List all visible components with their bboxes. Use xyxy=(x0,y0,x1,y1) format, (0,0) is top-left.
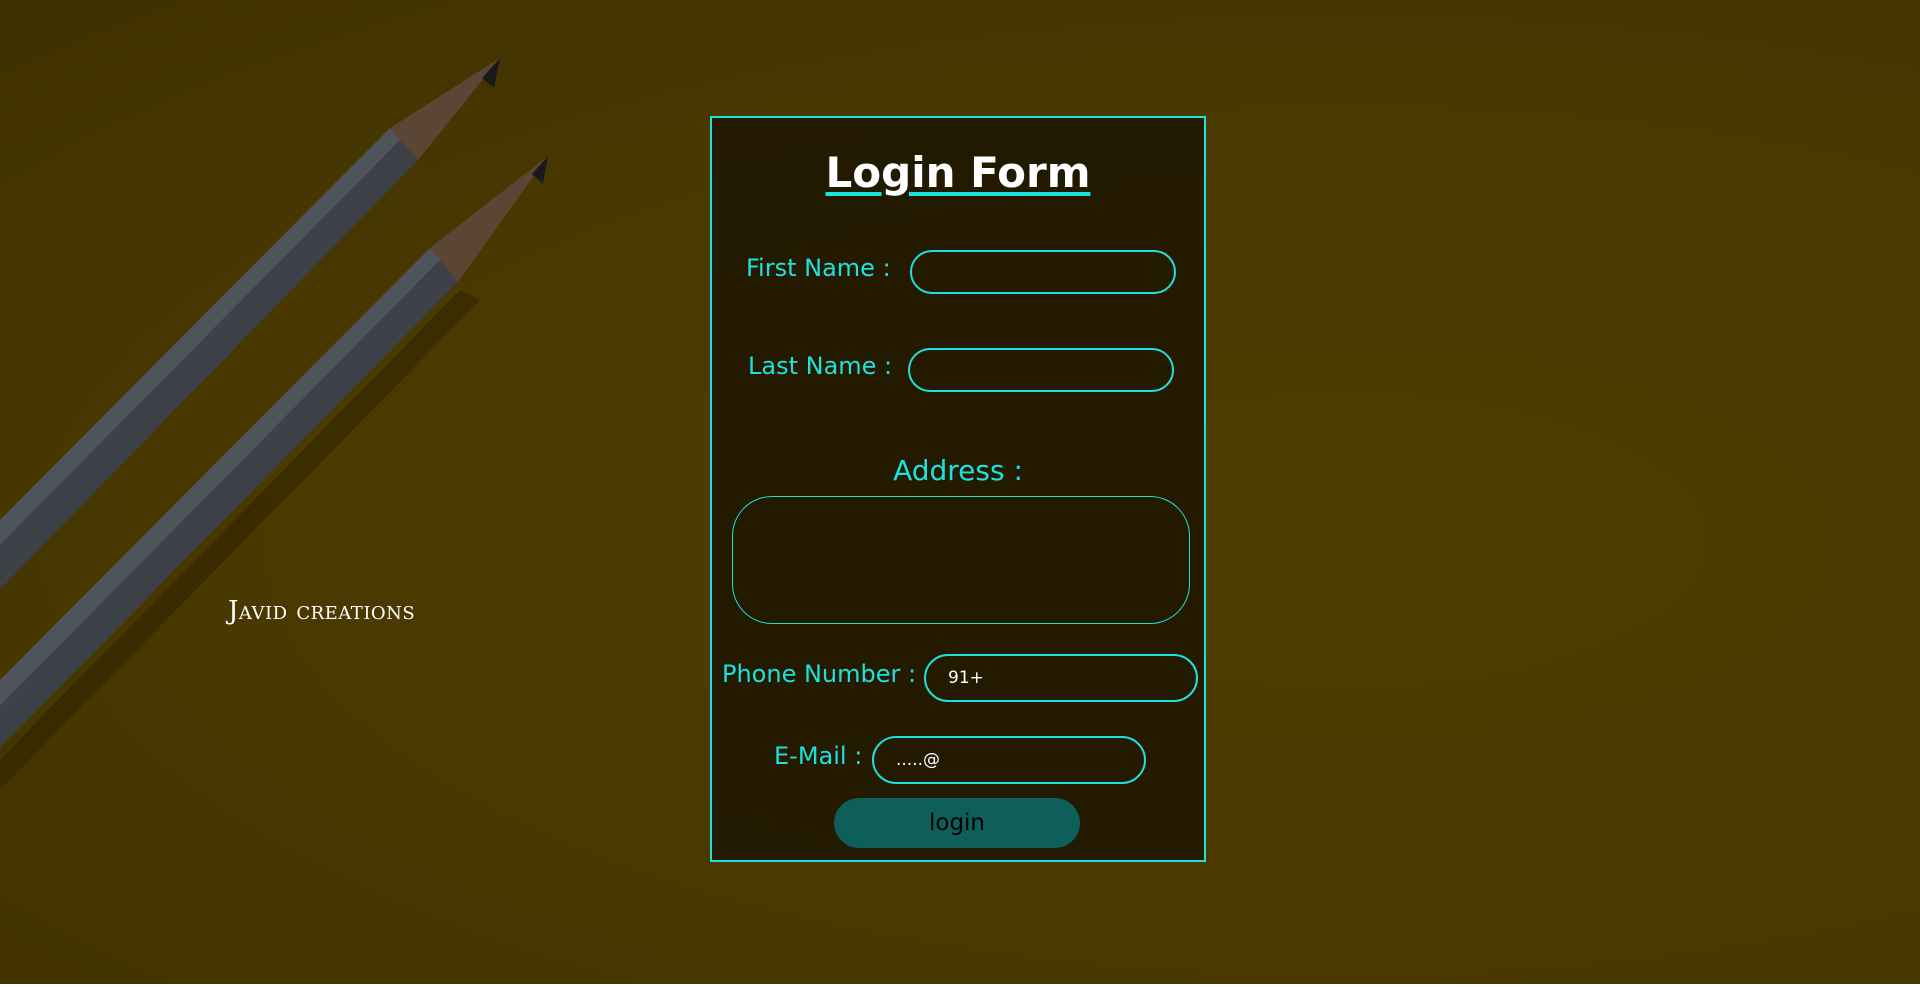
last-name-label: Last Name : xyxy=(748,352,893,380)
last-name-field[interactable] xyxy=(908,348,1174,392)
first-name-field[interactable] xyxy=(910,250,1176,294)
email-label: E-Mail : xyxy=(774,742,863,770)
first-name-label: First Name : xyxy=(746,254,891,282)
address-label: Address : xyxy=(893,454,1023,487)
page-background: Javid creations Login Form First Name : … xyxy=(0,0,1920,984)
address-field[interactable] xyxy=(732,496,1190,624)
phone-number-label: Phone Number : xyxy=(722,660,917,688)
phone-number-field[interactable] xyxy=(924,654,1198,702)
form-title: Login Form xyxy=(825,148,1091,197)
email-field[interactable] xyxy=(872,736,1146,784)
brand-text: Javid creations xyxy=(228,596,416,626)
login-button[interactable]: login xyxy=(834,798,1080,848)
login-form: Login Form First Name : Last Name : Addr… xyxy=(710,116,1206,862)
